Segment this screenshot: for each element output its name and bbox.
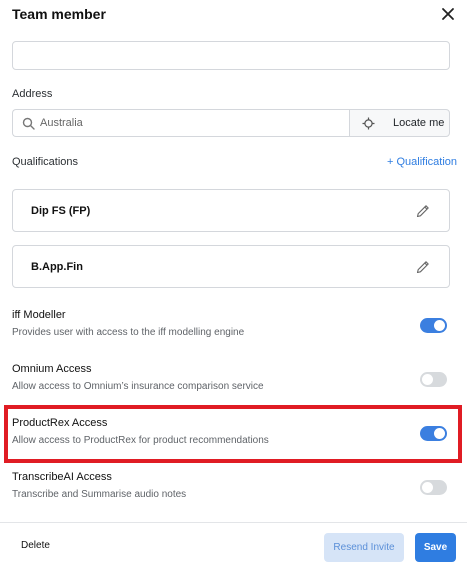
locate-me-label: Locate me [393,117,445,129]
toggle-omnium-access[interactable] [420,372,447,387]
address-input[interactable]: Australia [12,109,350,137]
resend-invite-button[interactable]: Resend Invite [324,533,404,562]
search-icon [22,117,35,130]
qualification-name: B.App.Fin [31,261,83,273]
toggle-knob [434,428,445,439]
highlight-box [4,405,462,463]
address-value: Australia [40,117,83,129]
top-input-field[interactable] [12,41,450,70]
delete-button[interactable]: Delete [21,540,50,551]
permission-title-iff-modeller: iff Modeller [12,309,66,321]
crosshair-icon [362,117,375,130]
toggle-knob [422,482,433,493]
toggle-knob [422,374,433,385]
qualification-name: Dip FS (FP) [31,205,91,217]
permission-title-omnium-access: Omnium Access [12,363,92,375]
toggle-iff-modeller[interactable] [420,318,447,333]
toggle-knob [434,320,445,331]
close-icon[interactable] [438,4,458,24]
footer-divider [0,522,467,523]
qualification-card: Dip FS (FP) [12,189,450,232]
qualification-card: B.App.Fin [12,245,450,288]
dialog-header: Team member [0,0,467,30]
permission-description-productrex-access: Allow access to ProductRex for product r… [12,435,269,446]
save-button[interactable]: Save [415,533,456,562]
locate-me-button[interactable]: Locate me [349,109,450,137]
dialog-title: Team member [12,6,106,22]
pencil-icon[interactable] [415,203,431,219]
pencil-icon[interactable] [415,259,431,275]
permission-description-transcribeai-access: Transcribe and Summarise audio notes [12,489,187,500]
permission-title-transcribeai-access: TranscribeAI Access [12,471,112,483]
address-label: Address [12,88,53,100]
toggle-transcribeai-access[interactable] [420,480,447,495]
toggle-productrex-access[interactable] [420,426,447,441]
permission-description-omnium-access: Allow access to Omnium’s insurance compa… [12,381,264,392]
permission-title-productrex-access: ProductRex Access [12,417,108,429]
permission-description-iff-modeller: Provides user with access to the iff mod… [12,327,245,338]
add-qualification-link[interactable]: + Qualification [387,156,457,168]
qualifications-label: Qualifications [12,156,79,168]
